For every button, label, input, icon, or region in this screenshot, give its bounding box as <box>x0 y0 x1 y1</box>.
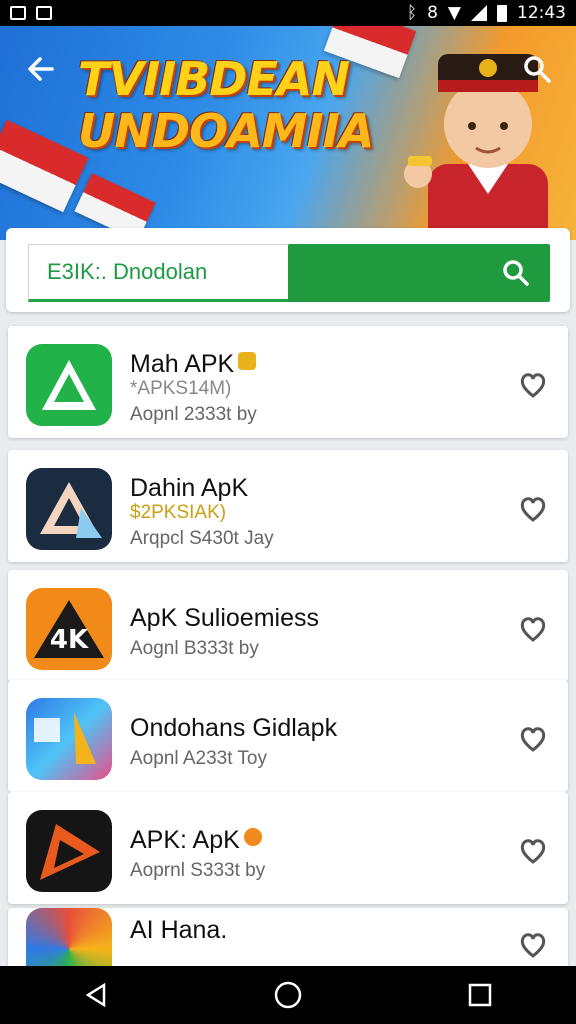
list-item[interactable]: AI Hana. <box>8 908 568 990</box>
favorite-icon[interactable] <box>518 494 548 524</box>
nav-back-button[interactable] <box>76 975 116 1015</box>
app-name: Mah APK <box>130 350 257 379</box>
search-input[interactable]: E3IK:. Dnodolan <box>28 244 290 302</box>
list-item[interactable]: APK: ApK Aoprnl S333t by <box>8 792 568 904</box>
app-date: Aognl B333t by <box>130 638 259 659</box>
nav-home-button[interactable] <box>268 975 308 1015</box>
banner-title-line2: UNDOAMIIA <box>78 104 374 158</box>
list-item[interactable]: 4K ApK Sulioemiess Aognl B333t by <box>8 570 568 682</box>
list-item[interactable]: Mah APK *APKS14M) Aopnl 2333t by <box>8 326 568 438</box>
app-icon <box>26 810 112 892</box>
star-badge-icon <box>243 828 262 846</box>
bluetooth-icon: ᛒ <box>406 3 418 23</box>
favorite-icon[interactable] <box>518 836 548 866</box>
favorite-icon[interactable] <box>518 614 548 644</box>
search-icon <box>503 260 529 286</box>
favorite-icon[interactable] <box>518 370 548 400</box>
list-item[interactable]: Dahin ApK $2PKSIAK) Arqpcl S430t Jay <box>8 450 568 562</box>
image-notification-icon <box>10 6 26 20</box>
app-date: Aoprnl S333t by <box>130 860 266 881</box>
list-item[interactable]: Ondohans Gidlapk Aopnl A233t Toy <box>8 680 568 792</box>
app-icon <box>26 344 112 426</box>
battery-icon <box>497 4 507 22</box>
svg-text:4K: 4K <box>50 625 89 655</box>
triangle-back-icon <box>85 982 106 1008</box>
lock-badge-icon <box>238 352 257 370</box>
search-icon[interactable] <box>522 54 552 84</box>
header-banner: TVIIBDEAN UNDOAMIIA <box>0 26 576 240</box>
status-time: 12:43 <box>517 3 566 23</box>
search-card: E3IK:. Dnodolan <box>6 228 570 312</box>
nav-recents-button[interactable] <box>460 975 500 1015</box>
signal-icon <box>471 5 487 21</box>
gallery-notification-icon <box>36 6 52 20</box>
app-date: Aopnl 2333t by <box>130 404 257 425</box>
wifi-icon: ▼ <box>447 3 461 23</box>
back-button[interactable] <box>26 54 56 93</box>
favorite-icon[interactable] <box>518 724 548 754</box>
app-size: *APKS14M) <box>130 378 232 399</box>
banner-title: TVIIBDEAN UNDOAMIIA <box>78 52 374 158</box>
app-name: ApK Sulioemiess <box>130 604 319 632</box>
arrow-left-icon <box>28 57 54 81</box>
app-name: AI Hana. <box>130 916 228 944</box>
favorite-icon[interactable] <box>518 930 548 960</box>
navigation-bar <box>0 966 576 1024</box>
app-icon <box>26 468 112 550</box>
status-bar: ᛒ 8 ▼ 12:43 <box>0 0 576 26</box>
circle-home-icon <box>274 981 302 1009</box>
app-name: Ondohans Gidlapk <box>130 714 338 742</box>
app-icon <box>26 698 112 780</box>
flag-graphic <box>0 119 89 213</box>
app-icon: 4K <box>26 588 112 670</box>
app-date: Aopnl A233t Toy <box>130 748 267 769</box>
app-name: Dahin ApK <box>130 474 249 502</box>
app-date: Arqpcl S430t Jay <box>130 528 274 549</box>
network-indicator: 8 <box>427 3 438 23</box>
app-name: APK: ApK <box>130 826 262 855</box>
banner-title-line1: TVIIBDEAN <box>78 52 350 106</box>
search-button[interactable] <box>288 244 550 302</box>
app-size: $2PKSIAK) <box>130 502 227 523</box>
square-recents-icon <box>468 983 492 1007</box>
